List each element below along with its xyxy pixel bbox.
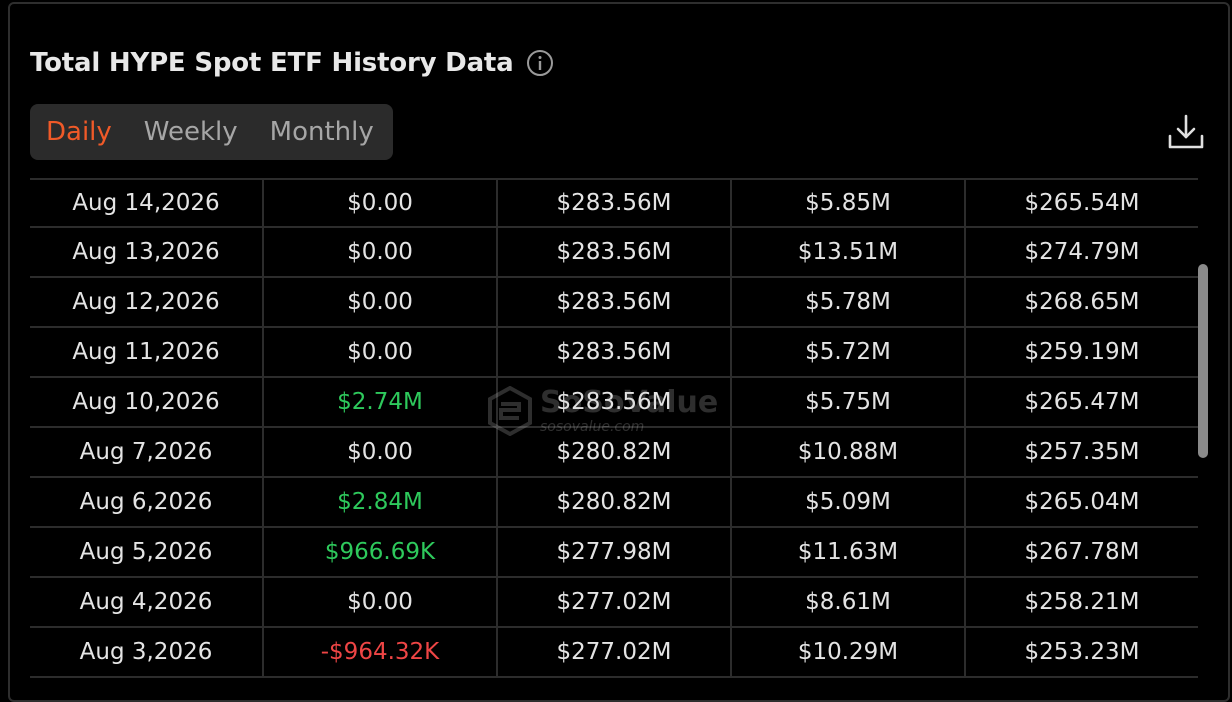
info-icon[interactable] bbox=[526, 49, 554, 77]
cell-value-traded: $10.29M bbox=[732, 628, 966, 676]
cell-date: Aug 13,2026 bbox=[30, 228, 264, 276]
table-row: Aug 5,2026 $966.69K $277.98M $11.63M $267.78… bbox=[30, 528, 1198, 578]
cell-net-assets: $267.78M bbox=[1024, 539, 1140, 565]
cell-date: Aug 3,2026 bbox=[30, 628, 264, 676]
cell-date: Aug 6,2026 bbox=[30, 478, 264, 526]
cell-value-traded: $5.09M bbox=[732, 478, 966, 526]
cell-value-traded: $11.63M bbox=[732, 528, 966, 576]
cell-net-assets: $259.19M bbox=[1024, 339, 1140, 365]
cell-net-assets: $265.54M bbox=[1024, 190, 1140, 216]
cell-net-assets: $274.79M bbox=[1024, 239, 1140, 265]
table-row: Aug 13,2026 $0.00 $283.56M $13.51M $274.79M bbox=[30, 228, 1198, 278]
table-row: Aug 11,2026 $0.00 $283.56M $5.72M $259.19M bbox=[30, 328, 1198, 378]
cell-net-assets: $265.47M bbox=[1024, 389, 1140, 415]
cell-net-assets: $253.23M bbox=[1024, 639, 1140, 665]
cell-net-inflow: $2.74M bbox=[264, 378, 498, 426]
cell-cum-inflow: $283.56M bbox=[498, 278, 732, 326]
period-tabs: Daily Weekly Monthly bbox=[30, 104, 393, 160]
cell-net-inflow: $0.00 bbox=[264, 278, 498, 326]
cell-net-assets: $257.35M bbox=[1024, 439, 1140, 465]
cell-date: Aug 7,2026 bbox=[30, 428, 264, 476]
cell-cum-inflow: $283.56M bbox=[498, 180, 732, 226]
download-icon[interactable] bbox=[1166, 112, 1206, 152]
cell-net-inflow: $966.69K bbox=[264, 528, 498, 576]
table-row: Aug 3,2026 -$964.32K $277.02M $10.29M $253.2… bbox=[30, 628, 1198, 678]
table-scrollbar[interactable] bbox=[1198, 264, 1208, 458]
table-row: Aug 4,2026 $0.00 $277.02M $8.61M $258.21M bbox=[30, 578, 1198, 628]
cell-date: Aug 10,2026 bbox=[30, 378, 264, 426]
cell-net-inflow: $0.00 bbox=[264, 228, 498, 276]
tab-daily[interactable]: Daily bbox=[46, 104, 112, 160]
cell-cum-inflow: $280.82M bbox=[498, 478, 732, 526]
cell-cum-inflow: $277.02M bbox=[498, 628, 732, 676]
table-row: Aug 12,2026 $0.00 $283.56M $5.78M $268.65M bbox=[30, 278, 1198, 328]
cell-value-traded: $5.85M bbox=[732, 180, 966, 226]
table-row: Aug 7,2026 $0.00 $280.82M $10.88M $257.35M bbox=[30, 428, 1198, 478]
cell-cum-inflow: $283.56M bbox=[498, 228, 732, 276]
title-row: Total HYPE Spot ETF History Data bbox=[30, 42, 554, 84]
cell-value-traded: $13.51M bbox=[732, 228, 966, 276]
cell-cum-inflow: $283.56M bbox=[498, 378, 732, 426]
tab-monthly[interactable]: Monthly bbox=[270, 104, 374, 160]
cell-value-traded: $8.61M bbox=[732, 578, 966, 626]
cell-net-inflow: $0.00 bbox=[264, 180, 498, 226]
cell-net-assets: $265.04M bbox=[1024, 489, 1140, 515]
cell-date: Aug 4,2026 bbox=[30, 578, 264, 626]
page-title: Total HYPE Spot ETF History Data bbox=[30, 48, 514, 78]
cell-cum-inflow: $280.82M bbox=[498, 428, 732, 476]
cell-net-assets: $268.65M bbox=[1024, 289, 1140, 315]
cell-date: Aug 14,2026 bbox=[30, 180, 264, 226]
cell-net-inflow: $0.00 bbox=[264, 328, 498, 376]
cell-net-inflow: $0.00 bbox=[264, 428, 498, 476]
cell-net-inflow: -$964.32K bbox=[264, 628, 498, 676]
table-row: Aug 14,2026 $0.00 $283.56M $5.85M $265.54M bbox=[30, 178, 1198, 228]
cell-date: Aug 12,2026 bbox=[30, 278, 264, 326]
cell-cum-inflow: $277.98M bbox=[498, 528, 732, 576]
tab-weekly[interactable]: Weekly bbox=[144, 104, 238, 160]
etf-history-table: Aug 14,2026 $0.00 $283.56M $5.85M $265.54M Au… bbox=[30, 178, 1198, 678]
cell-net-assets: $258.21M bbox=[1024, 589, 1140, 615]
cell-value-traded: $5.78M bbox=[732, 278, 966, 326]
cell-value-traded: $5.72M bbox=[732, 328, 966, 376]
cell-net-inflow: $2.84M bbox=[264, 478, 498, 526]
cell-value-traded: $10.88M bbox=[732, 428, 966, 476]
cell-date: Aug 5,2026 bbox=[30, 528, 264, 576]
table-row: Aug 6,2026 $2.84M $280.82M $5.09M $265.04M bbox=[30, 478, 1198, 528]
cell-cum-inflow: $283.56M bbox=[498, 328, 732, 376]
cell-cum-inflow: $277.02M bbox=[498, 578, 732, 626]
cell-net-inflow: $0.00 bbox=[264, 578, 498, 626]
cell-value-traded: $5.75M bbox=[732, 378, 966, 426]
cell-date: Aug 11,2026 bbox=[30, 328, 264, 376]
table-row: Aug 10,2026 $2.74M $283.56M $5.75M $265.47M bbox=[30, 378, 1198, 428]
